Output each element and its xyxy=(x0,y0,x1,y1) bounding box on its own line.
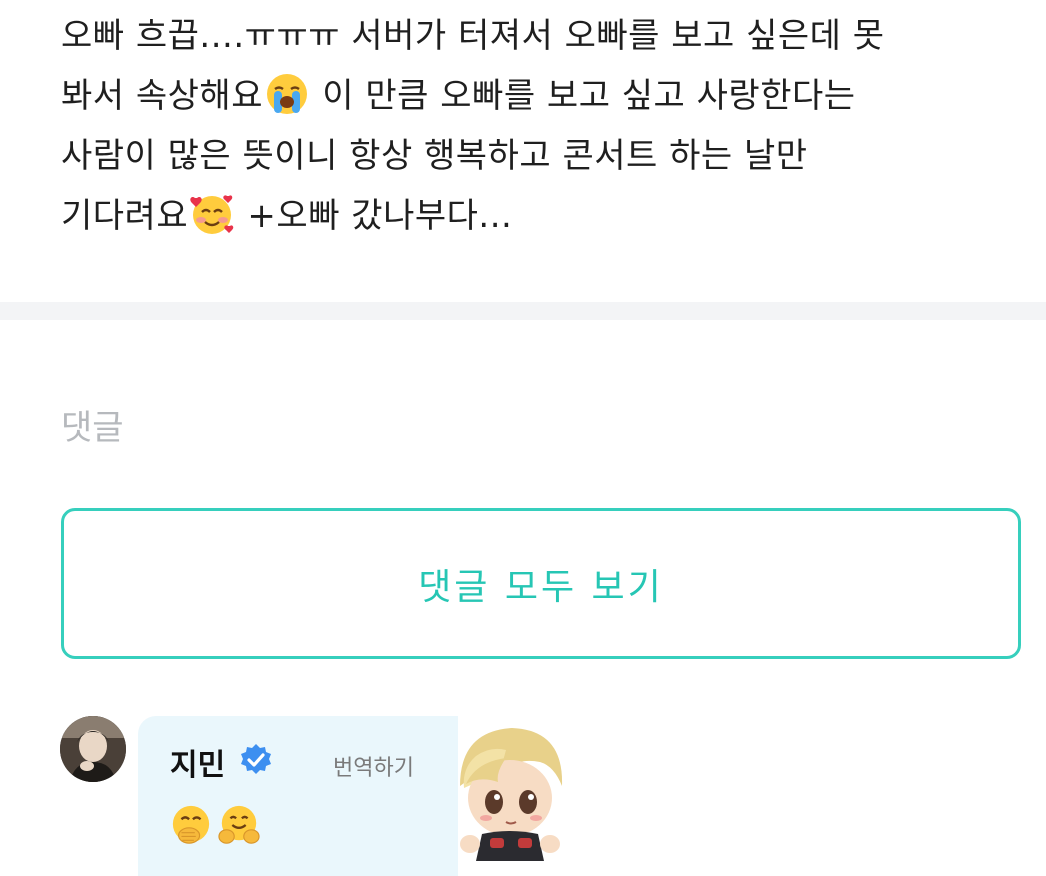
chibi-character-sticker xyxy=(452,726,567,861)
post-text-segment: 이 만큼 오빠를 보고 싶고 사랑한다는 xyxy=(311,76,856,116)
loudly-crying-face-icon xyxy=(265,72,309,116)
post-text-segment: 봐서 속상해요 xyxy=(61,76,263,116)
reply-content xyxy=(168,804,262,846)
commenter-name[interactable]: 지민 xyxy=(170,740,225,784)
post-text-line: 사람이 많은 뜻이니 항상 행복하고 콘서트 하는 날만 xyxy=(61,136,808,176)
face-with-hand-over-mouth-icon xyxy=(170,804,212,846)
post-text-line: 기다려요 +오빠 갔나부다... xyxy=(61,186,1021,246)
post-body: 오빠 흐끕....ㅠㅠㅠ 서버가 터져서 오빠를 보고 싶은데 못 봐서 속상해… xyxy=(61,6,1021,246)
post-text-line: 오빠 흐끕....ㅠㅠㅠ 서버가 터져서 오빠를 보고 싶은데 못 xyxy=(61,16,885,56)
section-divider xyxy=(0,302,1046,320)
post-text-segment: +오빠 갔나부다... xyxy=(236,196,513,236)
reply-bubble: 지민 번역하기 xyxy=(138,716,458,876)
translate-button[interactable]: 번역하기 xyxy=(333,750,414,782)
smiling-face-with-hearts-icon xyxy=(190,192,234,236)
avatar[interactable] xyxy=(60,716,126,782)
post-text-segment: 기다려요 xyxy=(61,196,189,236)
comments-heading: 댓글 xyxy=(61,408,124,448)
post-text-line: 봐서 속상해요 이 만큼 오빠를 보고 싶고 사랑한다는 xyxy=(61,66,1021,126)
view-all-comments-button[interactable]: 댓글 모두 보기 xyxy=(61,508,1021,659)
verified-badge-icon xyxy=(238,742,274,778)
hugging-face-icon xyxy=(218,804,260,846)
